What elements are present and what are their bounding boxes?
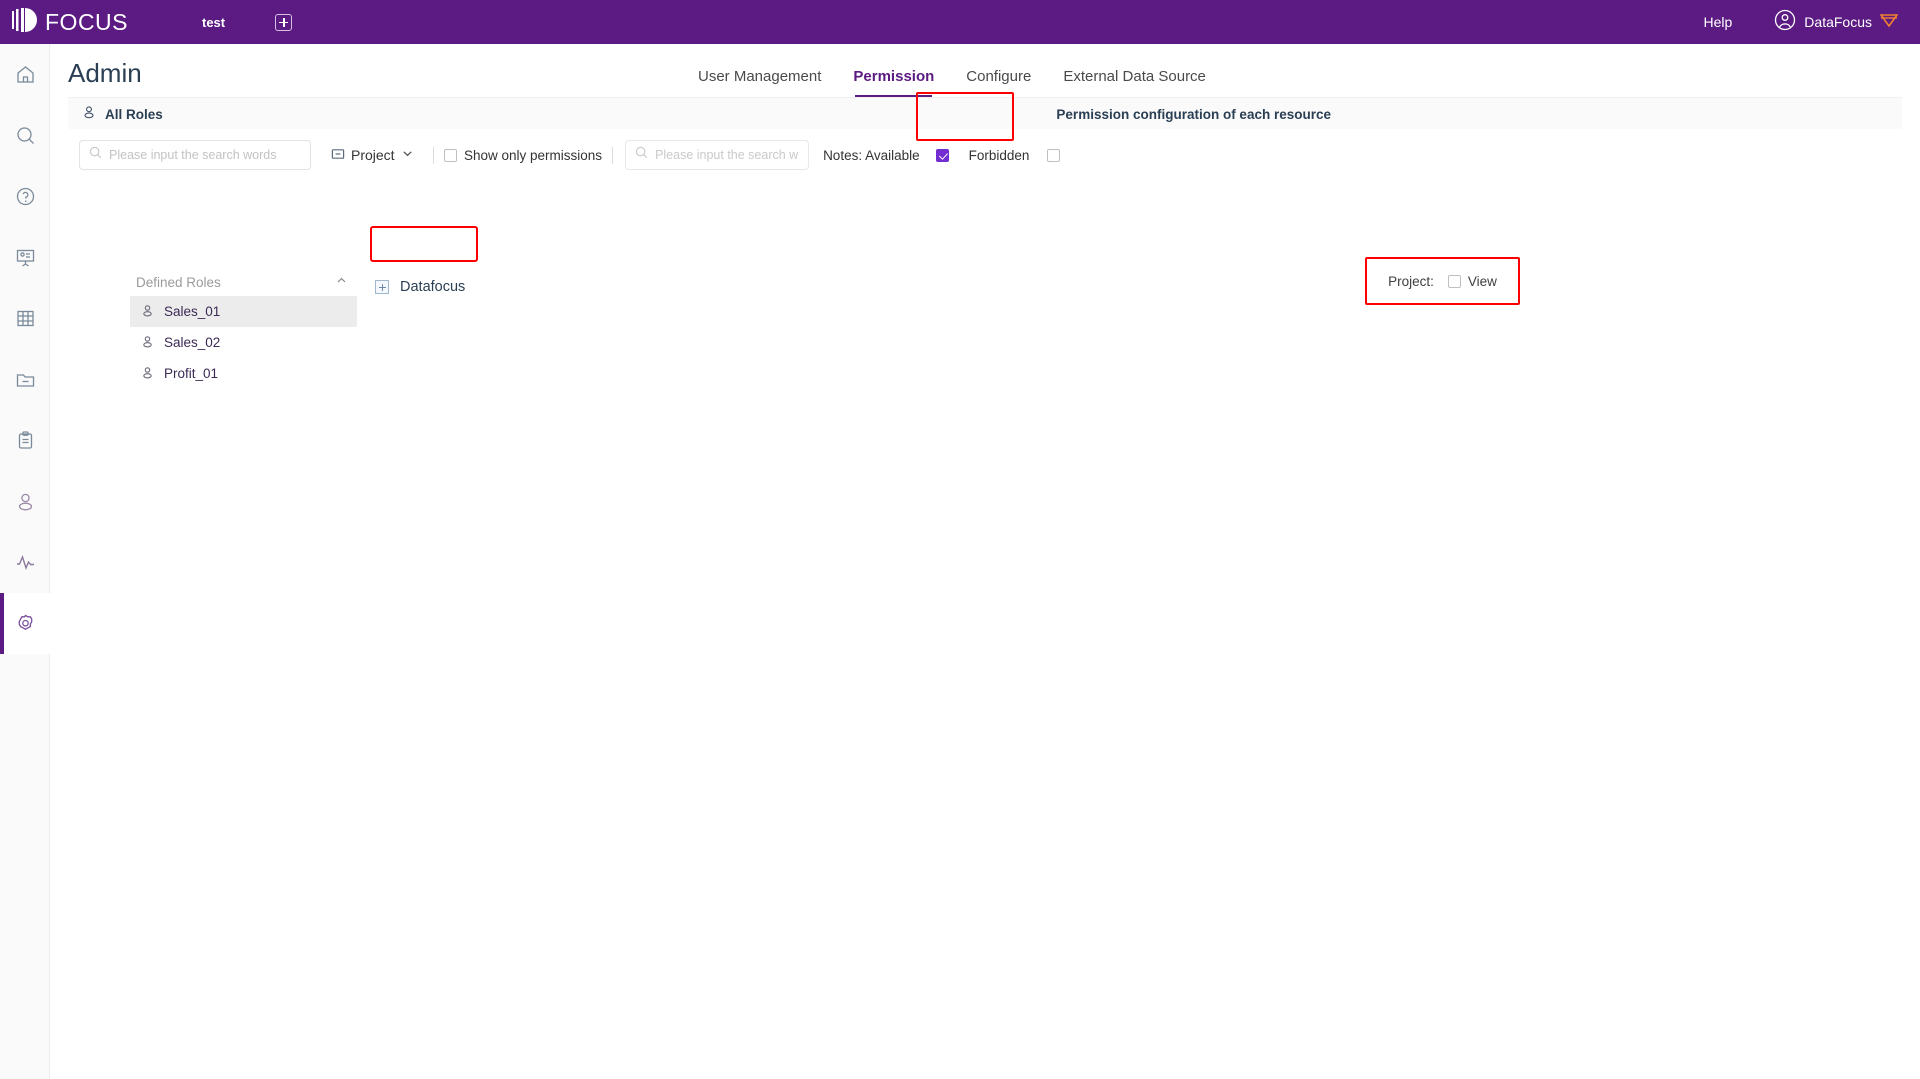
role-item-sales-02[interactable]: Sales_02	[130, 327, 357, 358]
permission-resource-label: Project:	[1388, 273, 1434, 289]
all-roles-header: All Roles	[82, 98, 163, 130]
help-link[interactable]: Help	[1704, 14, 1733, 30]
toolbar-divider-2	[612, 146, 614, 164]
clipboard-icon	[15, 430, 36, 451]
show-only-permissions-checkbox[interactable]: Show only permissions	[444, 148, 602, 163]
user-circle-icon	[1774, 9, 1796, 36]
gear-icon	[15, 613, 36, 634]
view-permission-checkbox[interactable]	[1447, 274, 1461, 288]
top-header-bar: FOCUS test Help DataFocus	[0, 0, 1920, 44]
forbidden-label: Forbidden	[968, 147, 1030, 163]
user-icon	[15, 491, 36, 512]
admin-page: Admin User Management Permission Configu…	[50, 44, 1920, 1079]
rail-item-user[interactable]	[0, 471, 50, 532]
role-name: Sales_02	[164, 335, 221, 350]
checkbox-box	[444, 148, 457, 162]
toolbar: Please input the search words Project Sh…	[68, 137, 1902, 173]
resource-tree-node-datafocus[interactable]: Datafocus	[375, 279, 465, 295]
page-header: Admin User Management Permission Configu…	[50, 44, 1920, 98]
page-tabs: User Management Permission Configure Ext…	[698, 63, 1206, 98]
rail-item-home[interactable]	[0, 44, 50, 105]
project-select-highlight	[370, 226, 478, 262]
user-icon	[141, 335, 154, 351]
rail-item-table[interactable]	[0, 288, 50, 349]
folder-minus-icon	[15, 369, 36, 390]
role-name: Profit_01	[164, 366, 219, 381]
role-item-sales-01[interactable]: Sales_01	[130, 296, 357, 327]
role-search-input[interactable]: Please input the search words	[79, 140, 311, 170]
chevron-down-icon	[401, 147, 414, 163]
toolbar-divider-1	[433, 146, 434, 164]
table-grid-icon	[15, 308, 36, 329]
expand-plus-icon[interactable]	[375, 280, 389, 294]
rail-item-help[interactable]	[0, 166, 50, 227]
tab-external-data-source[interactable]: External Data Source	[1063, 63, 1206, 98]
tab-permission[interactable]: Permission	[853, 63, 934, 98]
folder-minus-icon	[331, 147, 345, 164]
user-menu[interactable]: DataFocus	[1774, 9, 1899, 36]
resource-search-input[interactable]: Please input the search w	[625, 140, 810, 170]
rail-item-activity[interactable]	[0, 532, 50, 593]
defined-roles-group-header[interactable]: Defined Roles	[130, 268, 357, 296]
header-right-group: Help DataFocus	[1704, 9, 1899, 36]
rail-item-folder[interactable]	[0, 349, 50, 410]
tab-user-management[interactable]: User Management	[698, 63, 821, 98]
help-circle-icon	[15, 186, 36, 207]
all-roles-label: All Roles	[105, 106, 163, 122]
permission-row-project: Project: View	[1388, 274, 1497, 289]
available-checkbox[interactable]	[935, 148, 949, 162]
project-select[interactable]: Project	[325, 140, 423, 170]
user-icon	[141, 304, 154, 320]
view-permission-label: View	[1467, 273, 1497, 289]
tab-configure[interactable]: Configure	[966, 63, 1031, 98]
workspace-tab-test[interactable]: test	[202, 15, 225, 30]
logo-text: FOCUS	[45, 8, 128, 35]
crown-icon	[1879, 12, 1899, 33]
focus-logo-icon	[12, 7, 38, 37]
forbidden-checkbox[interactable]	[1047, 148, 1061, 162]
rail-item-presentation[interactable]	[0, 227, 50, 288]
left-nav-rail	[0, 44, 50, 1079]
home-icon	[15, 64, 36, 85]
app-logo[interactable]: FOCUS	[12, 7, 128, 37]
show-only-permissions-label: Show only permissions	[464, 147, 603, 163]
user-name: DataFocus	[1804, 14, 1872, 30]
rail-item-clipboard[interactable]	[0, 410, 50, 471]
role-item-profit-01[interactable]: Profit_01	[130, 358, 357, 389]
role-name: Sales_01	[164, 304, 221, 319]
rail-item-search[interactable]	[0, 105, 50, 166]
roles-list: Defined Roles Sales_01 Sales_02 Profit_0…	[130, 268, 357, 389]
resource-search-placeholder: Please input the search w	[655, 148, 799, 162]
notes-available-label: Notes: Available	[823, 147, 920, 163]
activity-icon	[15, 552, 36, 573]
role-search-placeholder: Please input the search words	[109, 148, 277, 162]
user-icon	[82, 105, 96, 124]
user-icon	[141, 366, 154, 382]
tree-node-label: Datafocus	[400, 279, 466, 295]
permission-config-label: Permission configuration of each resourc…	[1056, 106, 1331, 122]
search-icon	[15, 125, 36, 146]
permission-config-panel: Project: View	[1365, 257, 1520, 305]
plus-square-icon[interactable]	[275, 13, 293, 31]
page-title: Admin	[68, 58, 142, 88]
search-icon	[635, 146, 648, 164]
section-band: All Roles Permission configuration of ea…	[68, 97, 1902, 129]
project-select-label: Project	[351, 147, 395, 163]
permission-config-header: Permission configuration of each resourc…	[1056, 98, 1331, 130]
presentation-icon	[15, 247, 36, 268]
rail-item-settings[interactable]	[0, 593, 50, 654]
chevron-up-icon	[335, 274, 348, 290]
defined-roles-label: Defined Roles	[136, 274, 221, 290]
search-icon	[89, 146, 102, 164]
